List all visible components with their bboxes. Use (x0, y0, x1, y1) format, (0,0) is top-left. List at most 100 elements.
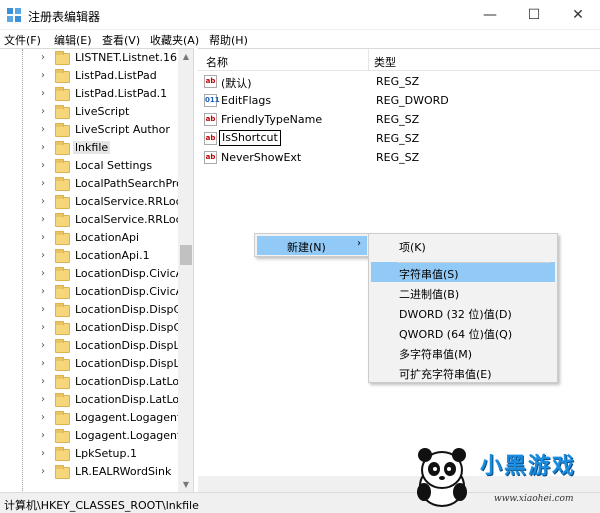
tree-scrollbar[interactable]: ▲ ▼ (178, 49, 193, 492)
minimize-button[interactable]: — (468, 0, 512, 30)
tree-item[interactable]: › LocationApi (0, 230, 178, 248)
maximize-button[interactable]: ☐ (512, 0, 556, 30)
expand-chevron-icon[interactable]: › (41, 124, 45, 135)
tree-item[interactable]: › LocalService.RRLoca (0, 212, 188, 230)
value-row[interactable]: ab FriendlyTypeName REG_SZ (198, 110, 600, 129)
column-divider[interactable] (368, 49, 369, 71)
scroll-thumb[interactable] (180, 245, 192, 265)
menu-bar: 文件(F) 编辑(E) 查看(V) 收藏夹(A) 帮助(H) (0, 30, 600, 48)
value-row[interactable]: ab IsShortcut REG_SZ (198, 129, 600, 148)
expand-chevron-icon[interactable]: › (41, 214, 45, 225)
expand-chevron-icon[interactable]: › (41, 268, 45, 279)
tree-item[interactable]: › Local Settings (0, 158, 178, 176)
expand-chevron-icon[interactable]: › (41, 232, 45, 243)
expand-chevron-icon[interactable]: › (41, 340, 45, 351)
value-row[interactable]: 011 EditFlags REG_DWORD (198, 91, 600, 110)
tree-item-label: LocationDisp.CivicA (75, 267, 184, 280)
watermark-url: www.xiaohei.com (494, 494, 574, 504)
tree-item[interactable]: › LocationDisp.LatLon (0, 392, 186, 410)
tree-item-label: Local Settings (75, 159, 153, 172)
column-name-header[interactable]: 名称 (206, 54, 228, 70)
tree-item[interactable]: › ListPad.ListPad.1 (0, 86, 178, 104)
expand-chevron-icon[interactable]: › (41, 448, 45, 459)
expand-chevron-icon[interactable]: › (41, 178, 45, 189)
tree-item-label: LocationDisp.LatLon (75, 393, 187, 406)
expand-chevron-icon[interactable]: › (41, 250, 45, 261)
tree-item[interactable]: › LocationDisp.DispCi (0, 302, 184, 320)
value-name-edit-field[interactable]: IsShortcut (219, 130, 281, 146)
string-value-icon: ab (204, 113, 217, 126)
submenu-item[interactable]: DWORD (32 位)值(D) (371, 302, 555, 322)
folder-icon (55, 195, 70, 209)
tree-item[interactable]: › LR.EALRWordSink (0, 464, 178, 482)
folder-icon (55, 303, 70, 317)
submenu-item[interactable]: 二进制值(B) (371, 282, 555, 302)
expand-chevron-icon[interactable]: › (41, 322, 45, 333)
menu-file[interactable]: 文件(F) (4, 32, 41, 48)
scroll-down-icon[interactable]: ▼ (178, 477, 193, 492)
submenu-item[interactable]: QWORD (64 位)值(Q) (371, 322, 555, 342)
folder-icon (55, 213, 70, 227)
tree-item[interactable]: › LocationDisp.LatLon (0, 374, 186, 392)
tree-item-label: LocalService.RRLoca (75, 213, 189, 226)
expand-chevron-icon[interactable]: › (41, 466, 45, 477)
expand-chevron-icon[interactable]: › (41, 412, 45, 423)
expand-chevron-icon[interactable]: › (41, 376, 45, 387)
tree-item[interactable]: › LiveScript (0, 104, 178, 122)
tree-item[interactable]: › Logagent.Logagent (0, 428, 181, 446)
value-row[interactable]: ab (默认) REG_SZ (198, 72, 600, 91)
expand-chevron-icon[interactable]: › (41, 196, 45, 207)
submenu-item[interactable]: 多字符串值(M) (371, 342, 555, 362)
menu-edit[interactable]: 编辑(E) (54, 32, 92, 48)
menu-favorites[interactable]: 收藏夹(A) (150, 32, 199, 48)
tree-item[interactable]: › LpkSetup.1 (0, 446, 178, 464)
tree-item[interactable]: › LocalService.RRLoca (0, 194, 188, 212)
tree-item[interactable]: › LocationDisp.CivicA (0, 284, 183, 302)
tree-item[interactable]: › LISTNET.Listnet.16 (0, 50, 178, 68)
expand-chevron-icon[interactable]: › (41, 88, 45, 99)
scroll-up-icon[interactable]: ▲ (178, 49, 193, 65)
site-watermark: 小黑游戏 www.xiaohei.com (404, 440, 600, 513)
tree-item[interactable]: › LocationDisp.DispLa (0, 338, 186, 356)
expand-chevron-icon[interactable]: › (41, 358, 45, 369)
binary-value-icon: 011 (204, 94, 220, 107)
tree-item[interactable]: › Logagent.Logagent (0, 410, 181, 428)
value-name: (默认) (221, 77, 252, 90)
expand-chevron-icon[interactable]: › (41, 160, 45, 171)
tree-item[interactable]: › LocationDisp.CivicA (0, 266, 183, 284)
menu-help[interactable]: 帮助(H) (209, 32, 248, 48)
string-value-icon: ab (204, 75, 217, 88)
tree-item[interactable]: › LocationApi.1 (0, 248, 178, 266)
close-button[interactable]: ✕ (556, 0, 600, 30)
expand-chevron-icon[interactable]: › (41, 106, 45, 117)
string-value-icon: ab (204, 151, 217, 164)
tree-item[interactable]: › lnkfile (0, 140, 178, 158)
value-name: NeverShowExt (221, 151, 302, 164)
menu-view[interactable]: 查看(V) (102, 32, 140, 48)
value-type: REG_SZ (376, 151, 420, 164)
expand-chevron-icon[interactable]: › (41, 52, 45, 63)
submenu-item[interactable]: 字符串值(S) (371, 262, 555, 282)
column-type-header[interactable]: 类型 (374, 54, 396, 70)
tree-item[interactable]: › LocationDisp.DispLa (0, 356, 186, 374)
tree-item[interactable]: › LiveScript Author (0, 122, 178, 140)
tree-item[interactable]: › ListPad.ListPad (0, 68, 178, 86)
tree-item-label: LocationDisp.DispLa (75, 339, 187, 352)
folder-icon (55, 159, 70, 173)
maximize-icon: ☐ (527, 7, 541, 23)
submenu-item[interactable]: 项(K) (371, 235, 555, 255)
expand-chevron-icon[interactable]: › (41, 286, 45, 297)
expand-chevron-icon[interactable]: › (41, 394, 45, 405)
expand-chevron-icon[interactable]: › (41, 70, 45, 81)
minimize-icon: — (483, 7, 497, 23)
expand-chevron-icon[interactable]: › (41, 142, 45, 153)
submenu-item[interactable]: 可扩充字符串值(E) (371, 362, 555, 382)
tree-item[interactable]: › LocationDisp.DispCi (0, 320, 184, 338)
expand-chevron-icon[interactable]: › (41, 304, 45, 315)
expand-chevron-icon[interactable]: › (41, 430, 45, 441)
tree-item[interactable]: › LocalPathSearchPro (0, 176, 183, 194)
value-row[interactable]: ab NeverShowExt REG_SZ (198, 148, 600, 167)
watermark-text: 小黑游戏 (480, 454, 577, 479)
menu-item-new[interactable]: 新建(N) › (257, 236, 367, 255)
close-icon: ✕ (572, 7, 584, 23)
